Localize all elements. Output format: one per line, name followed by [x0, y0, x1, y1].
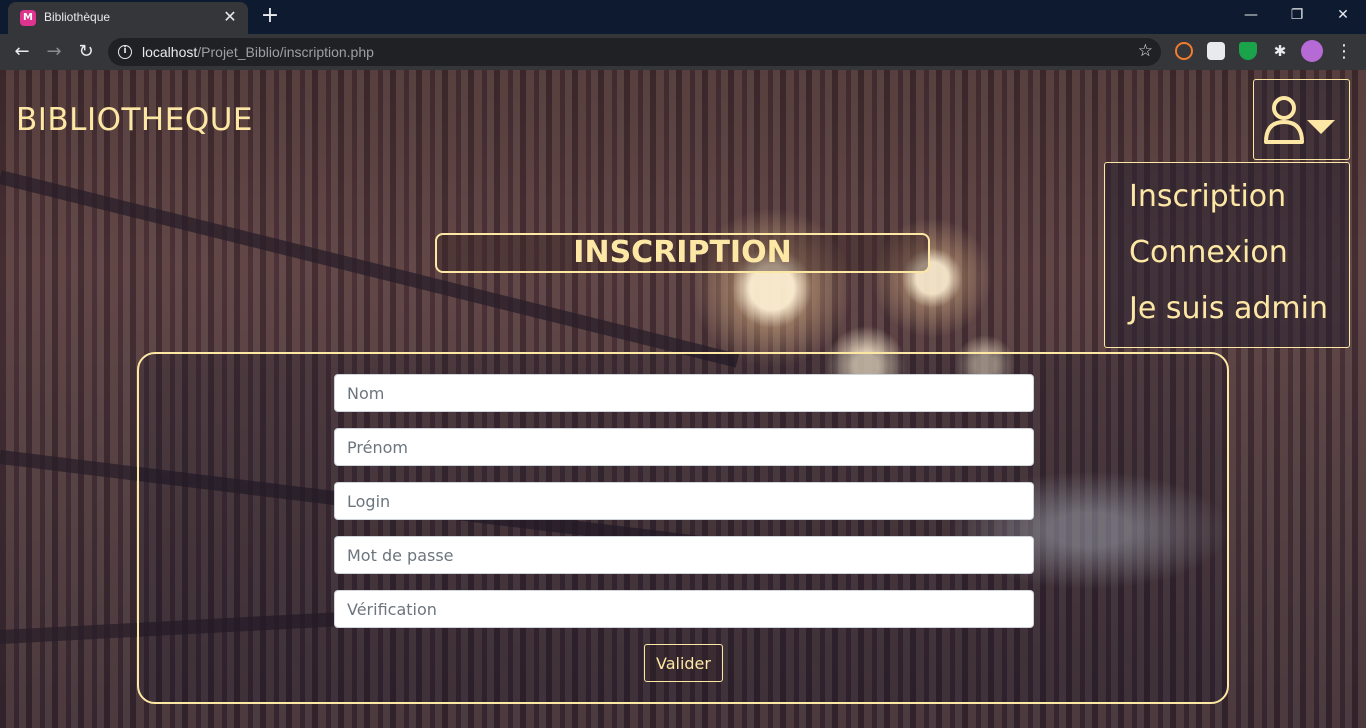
forward-arrow-icon[interactable]: → [40, 38, 68, 66]
minimize-icon[interactable]: — [1228, 0, 1274, 30]
submit-button[interactable]: Valider [644, 644, 723, 682]
address-bar[interactable]: i localhost/Projet_Biblio/inscription.ph… [108, 38, 1161, 66]
info-icon[interactable]: i [118, 45, 132, 59]
user-dropdown-menu: Inscription Connexion Je suis admin [1104, 162, 1350, 348]
site-brand[interactable]: BIBLIOTHEQUE [16, 102, 253, 138]
restore-icon[interactable]: ❐ [1274, 0, 1320, 30]
url-path: /Projet_Biblio/inscription.php [197, 44, 374, 60]
password-verification-field[interactable] [334, 590, 1034, 628]
browser-tabstrip: M Bibliothèque ✕ + — ❐ ✕ [0, 0, 1366, 34]
window-close-icon[interactable]: ✕ [1320, 0, 1366, 30]
url-host: localhost [142, 44, 198, 60]
favicon-icon: M [20, 10, 36, 26]
close-tab-icon[interactable]: ✕ [220, 7, 240, 27]
reload-icon[interactable]: ↻ [72, 38, 100, 66]
browser-toolbar: ← → ↻ i localhost/Projet_Biblio/inscript… [0, 34, 1366, 70]
login-field[interactable] [334, 482, 1034, 520]
menu-item-inscription[interactable]: Inscription [1129, 179, 1286, 214]
extension-grey-icon[interactable] [1207, 42, 1225, 60]
kebab-menu-icon[interactable]: ⋮ [1334, 38, 1354, 66]
profile-avatar[interactable] [1301, 40, 1323, 62]
extension-orange-icon[interactable] [1175, 42, 1193, 60]
page-viewport: BIBLIOTHEQUE Inscription Connexion Je su… [0, 70, 1366, 728]
page-title: INSCRIPTION [573, 235, 792, 270]
password-field[interactable] [334, 536, 1034, 574]
extensions-puzzle-icon[interactable]: ✱ [1271, 42, 1289, 60]
page-title-box: INSCRIPTION [435, 233, 930, 273]
browser-tab[interactable]: M Bibliothèque ✕ [8, 2, 248, 34]
caret-down-icon [1307, 120, 1335, 134]
extension-shield-icon[interactable] [1239, 42, 1257, 60]
inscription-form: Valider [137, 352, 1229, 704]
user-menu-button[interactable] [1253, 79, 1350, 160]
menu-item-connexion[interactable]: Connexion [1129, 235, 1288, 270]
prenom-field[interactable] [334, 428, 1034, 466]
user-icon [1264, 96, 1335, 144]
back-arrow-icon[interactable]: ← [8, 38, 36, 66]
new-tab-button[interactable]: + [258, 5, 282, 29]
tab-title: Bibliothèque [44, 10, 111, 24]
star-icon[interactable]: ☆ [1138, 41, 1153, 61]
nom-field[interactable] [334, 374, 1034, 412]
url-text: localhost/Projet_Biblio/inscription.php [142, 44, 374, 60]
menu-item-admin[interactable]: Je suis admin [1129, 291, 1328, 326]
